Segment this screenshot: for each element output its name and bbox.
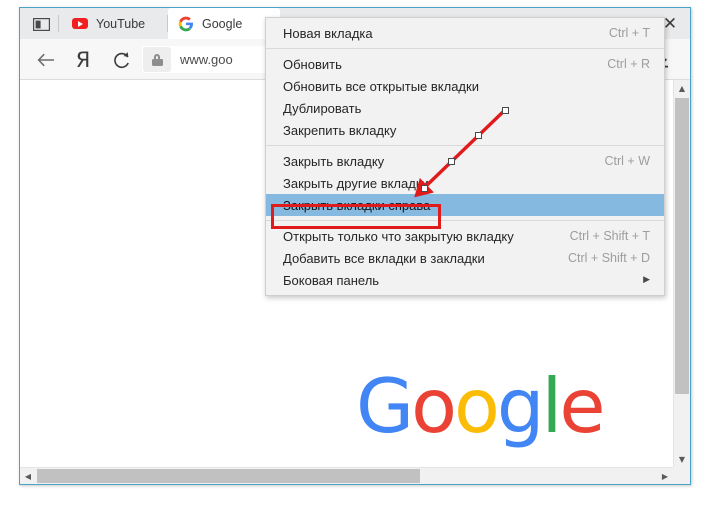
arrow-handle-mid[interactable] — [474, 132, 482, 140]
menu-separator — [266, 145, 664, 146]
logo-letter: g — [496, 362, 545, 450]
menu-separator — [266, 48, 664, 49]
menu-item-label: Боковая панель — [283, 272, 380, 288]
menu-item-новая-вкладка[interactable]: Новая вкладка Ctrl + T — [266, 22, 664, 44]
scroll-left-arrow-icon[interactable]: ◀ — [20, 468, 36, 484]
tab-youtube[interactable]: YouTube — [62, 8, 168, 39]
vertical-scrollbar[interactable]: ▲ ▼ — [673, 80, 690, 467]
sidebar-panel-toggle-button[interactable] — [28, 15, 54, 33]
annotation-highlight-box — [271, 204, 441, 229]
logo-letter: o — [411, 362, 457, 450]
menu-item-shortcut: Ctrl + Shift + D — [568, 251, 650, 265]
back-button[interactable] — [33, 47, 59, 73]
menu-item-shortcut: Ctrl + T — [608, 26, 650, 40]
scrollbar-corner — [673, 467, 690, 484]
youtube-icon — [72, 16, 88, 32]
vertical-scrollbar-thumb[interactable] — [675, 98, 689, 394]
logo-letter: o — [454, 362, 500, 450]
arrow-handle-start[interactable] — [501, 106, 509, 114]
yandex-logo-icon: Я — [75, 47, 91, 72]
menu-item-боковая-панель[interactable]: Боковая панель ▶ — [266, 269, 664, 291]
panel-icon — [32, 17, 50, 31]
url-text: www.goo — [180, 52, 233, 67]
horizontal-scrollbar-thumb[interactable] — [37, 469, 420, 483]
tab-title: YouTube — [96, 16, 146, 31]
tab-title: Google — [202, 16, 243, 31]
menu-item-закрепить-вкладку[interactable]: Закрепить вкладку — [266, 119, 664, 141]
menu-item-shortcut: Ctrl + Shift + T — [569, 229, 650, 243]
menu-item-добавить-все-вкладки-в-закладки[interactable]: Добавить все вкладки в закладки Ctrl + Sh… — [266, 247, 664, 269]
horizontal-scrollbar[interactable]: ◀ ▶ — [20, 467, 673, 484]
arrow-handle-mid[interactable] — [448, 157, 456, 165]
menu-item-дублировать[interactable]: Дублировать — [266, 97, 664, 119]
menu-item-закрыть-вкладку[interactable]: Закрыть вкладку Ctrl + W — [266, 150, 664, 172]
menu-item-обновить-все-открытые-вкладки[interactable]: Обновить все открытые вкладки — [266, 75, 664, 97]
logo-letter: l — [541, 362, 563, 450]
arrow-handle-end[interactable] — [420, 184, 428, 192]
logo-letter: G — [356, 362, 414, 450]
menu-item-label: Обновить все открытые вкладки — [283, 78, 479, 94]
tab-divider — [58, 15, 59, 32]
tab-context-menu: Новая вкладка Ctrl + T Обновить Ctrl + R Обн… — [265, 17, 665, 296]
menu-item-label: Обновить — [283, 56, 342, 72]
back-arrow-icon — [37, 53, 54, 67]
chevron-right-icon: ▶ — [643, 275, 650, 285]
google-g-icon — [178, 16, 194, 32]
tab-google[interactable]: Google — [168, 8, 280, 39]
screenshot-root: YouTube Google ✕ Я www.goo Google ▲ ▼ ◀ … — [0, 0, 709, 507]
scroll-down-arrow-icon[interactable]: ▼ — [674, 451, 690, 467]
menu-item-label: Закрыть вкладку — [283, 153, 385, 169]
menu-item-label: Дублировать — [283, 100, 362, 116]
reload-icon — [113, 51, 129, 68]
menu-item-label: Закрепить вкладку — [283, 122, 397, 138]
yandex-home-button[interactable]: Я — [70, 47, 96, 73]
google-wordmark-logo: Google — [356, 369, 606, 444]
browser-window: YouTube Google ✕ Я www.goo Google ▲ ▼ ◀ … — [19, 7, 691, 485]
menu-item-shortcut: Ctrl + W — [604, 154, 650, 168]
menu-item-label: Открыть только что закрытую вкладку — [283, 228, 514, 244]
menu-item-shortcut: Ctrl + R — [607, 57, 650, 71]
logo-letter: e — [559, 362, 605, 450]
scroll-up-arrow-icon[interactable]: ▲ — [674, 80, 690, 96]
menu-item-label: Закрыть другие вкладки — [283, 175, 429, 191]
menu-item-label: Добавить все вкладки в закладки — [283, 250, 485, 266]
reload-button[interactable] — [108, 47, 134, 73]
scroll-right-arrow-icon[interactable]: ▶ — [657, 468, 673, 484]
lock-icon[interactable] — [143, 47, 171, 72]
menu-item-закрыть-другие-вкладки[interactable]: Закрыть другие вкладки — [266, 172, 664, 194]
menu-item-обновить[interactable]: Обновить Ctrl + R — [266, 53, 664, 75]
menu-item-label: Новая вкладка — [283, 25, 373, 41]
